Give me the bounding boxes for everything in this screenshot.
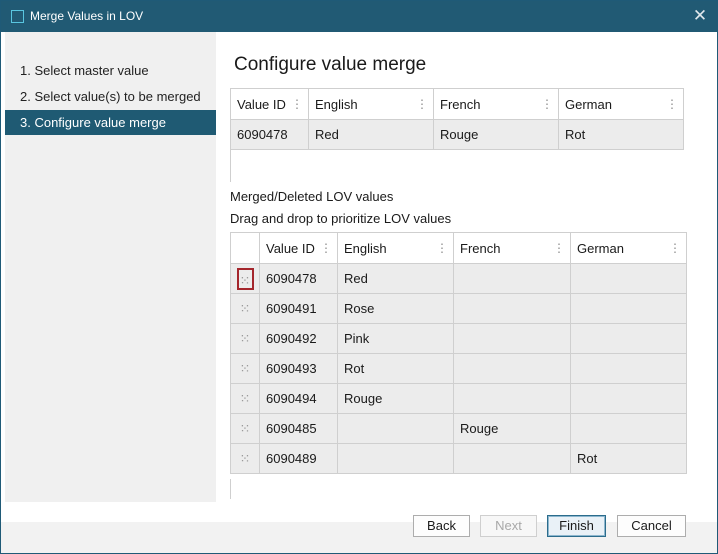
- cell-french: [453, 443, 571, 474]
- merged-values-label: Merged/Deleted LOV values: [230, 189, 394, 204]
- cell-english: [337, 443, 454, 474]
- column-header-german[interactable]: German ⋮: [558, 88, 684, 120]
- cell-value-id: 6090494: [259, 383, 338, 414]
- table-border: [230, 479, 231, 499]
- step-configure-merge[interactable]: 3. Configure value merge: [5, 110, 216, 135]
- table-row[interactable]: ⁙ 6090491 Rose: [230, 293, 687, 324]
- cell-english: Red: [337, 263, 454, 294]
- merged-rows: ⁙ 6090478 Red ⁙ 6090491 Rose ⁙ 6090492 Pink ⁙ 6090…: [230, 263, 687, 474]
- cell-french: [453, 353, 571, 384]
- cell-value-id: 6090485: [259, 413, 338, 444]
- table-row[interactable]: 6090478 Red Rouge Rot: [230, 119, 684, 150]
- column-header-french[interactable]: French ⋮: [433, 88, 559, 120]
- column-header-french[interactable]: French ⋮: [453, 232, 571, 264]
- drag-handle-icon[interactable]: ⁙: [240, 451, 251, 466]
- cell-value-id: 6090478: [230, 119, 309, 150]
- drag-handle-cell[interactable]: ⁙: [230, 413, 260, 444]
- cell-english: Rot: [337, 353, 454, 384]
- table-row[interactable]: ⁙ 6090493 Rot: [230, 353, 687, 384]
- cell-french: [453, 323, 571, 354]
- next-button[interactable]: Next: [480, 515, 537, 537]
- drag-handle-icon[interactable]: ⁙: [240, 391, 251, 406]
- merged-values-table: Value ID ⋮ English ⋮ French ⋮ German ⋮ ⁙ 6090…: [230, 232, 687, 474]
- cell-french: [453, 383, 571, 414]
- column-menu-icon[interactable]: ⋮: [320, 242, 332, 254]
- column-header-value-id[interactable]: Value ID ⋮: [230, 88, 309, 120]
- cell-english: [337, 413, 454, 444]
- drag-handle-cell[interactable]: ⁙: [230, 443, 260, 474]
- table-border: [230, 150, 231, 182]
- dialog-footer: [1, 522, 717, 553]
- page-title: Configure value merge: [234, 54, 427, 75]
- cell-english: Pink: [337, 323, 454, 354]
- drag-handle-cell[interactable]: ⁙: [230, 263, 260, 294]
- drag-handle-cell[interactable]: ⁙: [230, 353, 260, 384]
- column-menu-icon[interactable]: ⋮: [436, 242, 448, 254]
- cell-value-id: 6090491: [259, 293, 338, 324]
- column-menu-icon[interactable]: ⋮: [291, 98, 303, 110]
- master-table-header: Value ID ⋮ English ⋮ French ⋮ German ⋮: [230, 88, 684, 120]
- table-row[interactable]: ⁙ 6090485 Rouge: [230, 413, 687, 444]
- column-menu-icon[interactable]: ⋮: [666, 98, 678, 110]
- column-menu-icon[interactable]: ⋮: [553, 242, 565, 254]
- title-bar: Merge Values in LOV ✕: [1, 1, 717, 32]
- merged-table-header: Value ID ⋮ English ⋮ French ⋮ German ⋮: [230, 232, 687, 264]
- column-header-english[interactable]: English ⋮: [337, 232, 454, 264]
- cell-german: [570, 353, 687, 384]
- cell-french: [453, 293, 571, 324]
- drag-handle-cell[interactable]: ⁙: [230, 383, 260, 414]
- cancel-button[interactable]: Cancel: [617, 515, 686, 537]
- cell-german: [570, 323, 687, 354]
- merge-dialog: Merge Values in LOV ✕ 1. Select master v…: [0, 0, 718, 554]
- column-header-german[interactable]: German ⋮: [570, 232, 687, 264]
- drag-handle-icon[interactable]: ⁙: [236, 267, 254, 290]
- column-menu-icon[interactable]: ⋮: [541, 98, 553, 110]
- cell-french: Rouge: [433, 119, 559, 150]
- table-row[interactable]: ⁙ 6090494 Rouge: [230, 383, 687, 414]
- table-row[interactable]: ⁙ 6090489 Rot: [230, 443, 687, 474]
- cell-english: Rose: [337, 293, 454, 324]
- cell-english: Rouge: [337, 383, 454, 414]
- drag-handle-icon[interactable]: ⁙: [240, 331, 251, 346]
- column-header-value-id[interactable]: Value ID ⋮: [259, 232, 338, 264]
- wizard-steps: 1. Select master value 2. Select value(s…: [5, 32, 216, 502]
- drag-handle-icon[interactable]: ⁙: [240, 361, 251, 376]
- window-title: Merge Values in LOV: [30, 9, 144, 23]
- cell-german: [570, 413, 687, 444]
- cell-german: [570, 383, 687, 414]
- back-button[interactable]: Back: [413, 515, 470, 537]
- cell-value-id: 6090478: [259, 263, 338, 294]
- step-select-merged[interactable]: 2. Select value(s) to be merged: [5, 84, 216, 109]
- cell-value-id: 6090489: [259, 443, 338, 474]
- column-header-handle: [230, 232, 260, 264]
- cell-german: Rot: [558, 119, 684, 150]
- main-content: Configure value merge Value ID ⋮ English ⋮…: [216, 32, 717, 522]
- column-menu-icon[interactable]: ⋮: [669, 242, 681, 254]
- drag-handle-icon[interactable]: ⁙: [240, 421, 251, 436]
- cell-value-id: 6090493: [259, 353, 338, 384]
- step-select-master[interactable]: 1. Select master value: [5, 58, 216, 83]
- master-value-table: Value ID ⋮ English ⋮ French ⋮ German ⋮ 60904…: [230, 88, 684, 150]
- finish-button[interactable]: Finish: [547, 515, 606, 537]
- drag-handle-cell[interactable]: ⁙: [230, 293, 260, 324]
- table-row[interactable]: ⁙ 6090478 Red: [230, 263, 687, 294]
- dialog-body: 1. Select master value 2. Select value(s…: [1, 32, 717, 522]
- drag-handle-cell[interactable]: ⁙: [230, 323, 260, 354]
- drag-handle-icon[interactable]: ⁙: [240, 301, 251, 316]
- window-icon: [11, 10, 24, 23]
- close-icon[interactable]: ✕: [687, 3, 713, 29]
- drag-hint-label: Drag and drop to prioritize LOV values: [230, 211, 452, 226]
- cell-german: Rot: [570, 443, 687, 474]
- table-row[interactable]: ⁙ 6090492 Pink: [230, 323, 687, 354]
- cell-value-id: 6090492: [259, 323, 338, 354]
- column-header-english[interactable]: English ⋮: [308, 88, 434, 120]
- cell-english: Red: [308, 119, 434, 150]
- cell-german: [570, 263, 687, 294]
- cell-german: [570, 293, 687, 324]
- cell-french: Rouge: [453, 413, 571, 444]
- column-menu-icon[interactable]: ⋮: [416, 98, 428, 110]
- cell-french: [453, 263, 571, 294]
